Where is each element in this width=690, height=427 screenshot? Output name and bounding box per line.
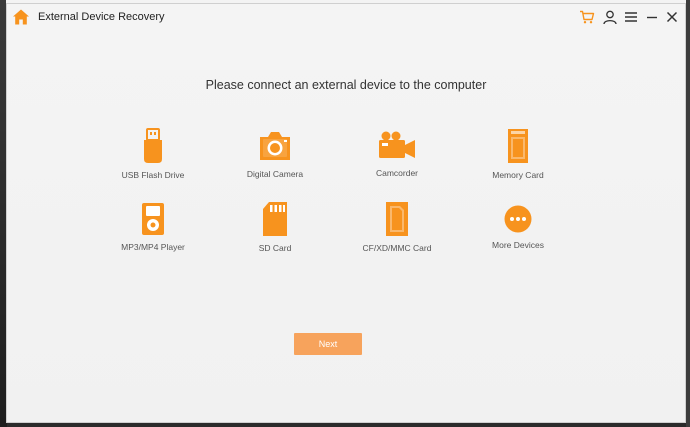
device-mp3-mp4-player[interactable]: MP3/MP4 Player (93, 202, 213, 252)
page-heading: Please connect an external device to the… (205, 78, 487, 92)
more-devices-icon (504, 205, 532, 233)
memory-card-icon (508, 129, 528, 163)
device-digital-camera[interactable]: Digital Camera (215, 129, 335, 179)
device-cf-xd-mmc-card[interactable]: CF/XD/MMC Card (337, 201, 457, 253)
menu-icon[interactable] (623, 9, 639, 25)
device-label: Camcorder (375, 168, 419, 178)
device-label: USB Flash Drive (121, 170, 185, 180)
device-label: More Devices (492, 240, 544, 250)
cart-icon[interactable] (579, 9, 595, 25)
close-icon[interactable] (664, 9, 680, 25)
device-label: Digital Camera (246, 169, 304, 179)
camcorder-icon (379, 131, 415, 158)
next-button[interactable]: Next (294, 333, 362, 355)
sd-card-icon (263, 202, 287, 236)
device-label: Memory Card (492, 170, 544, 180)
minimize-icon[interactable] (644, 9, 660, 25)
device-usb-flash-drive[interactable]: USB Flash Drive (93, 128, 213, 180)
device-camcorder[interactable]: Camcorder (337, 130, 457, 178)
device-more-devices[interactable]: More Devices (458, 204, 578, 250)
device-sd-card[interactable]: SD Card (215, 201, 335, 253)
user-icon[interactable] (602, 9, 618, 25)
window-title: External Device Recovery (38, 11, 165, 23)
app-window: External Device Recovery Please connect … (6, 3, 686, 423)
digital-camera-icon (260, 132, 290, 160)
mp3-player-icon (142, 203, 164, 235)
title-bar: External Device Recovery (7, 4, 685, 31)
device-memory-card[interactable]: Memory Card (458, 128, 578, 180)
device-label: MP3/MP4 Player (121, 242, 185, 252)
device-label: SD Card (258, 243, 292, 253)
cf-card-icon (386, 202, 408, 236)
device-label: CF/XD/MMC Card (362, 243, 432, 253)
home-icon[interactable] (12, 8, 30, 26)
desktop-right-edge (686, 0, 690, 427)
usb-flash-drive-icon (144, 128, 162, 163)
